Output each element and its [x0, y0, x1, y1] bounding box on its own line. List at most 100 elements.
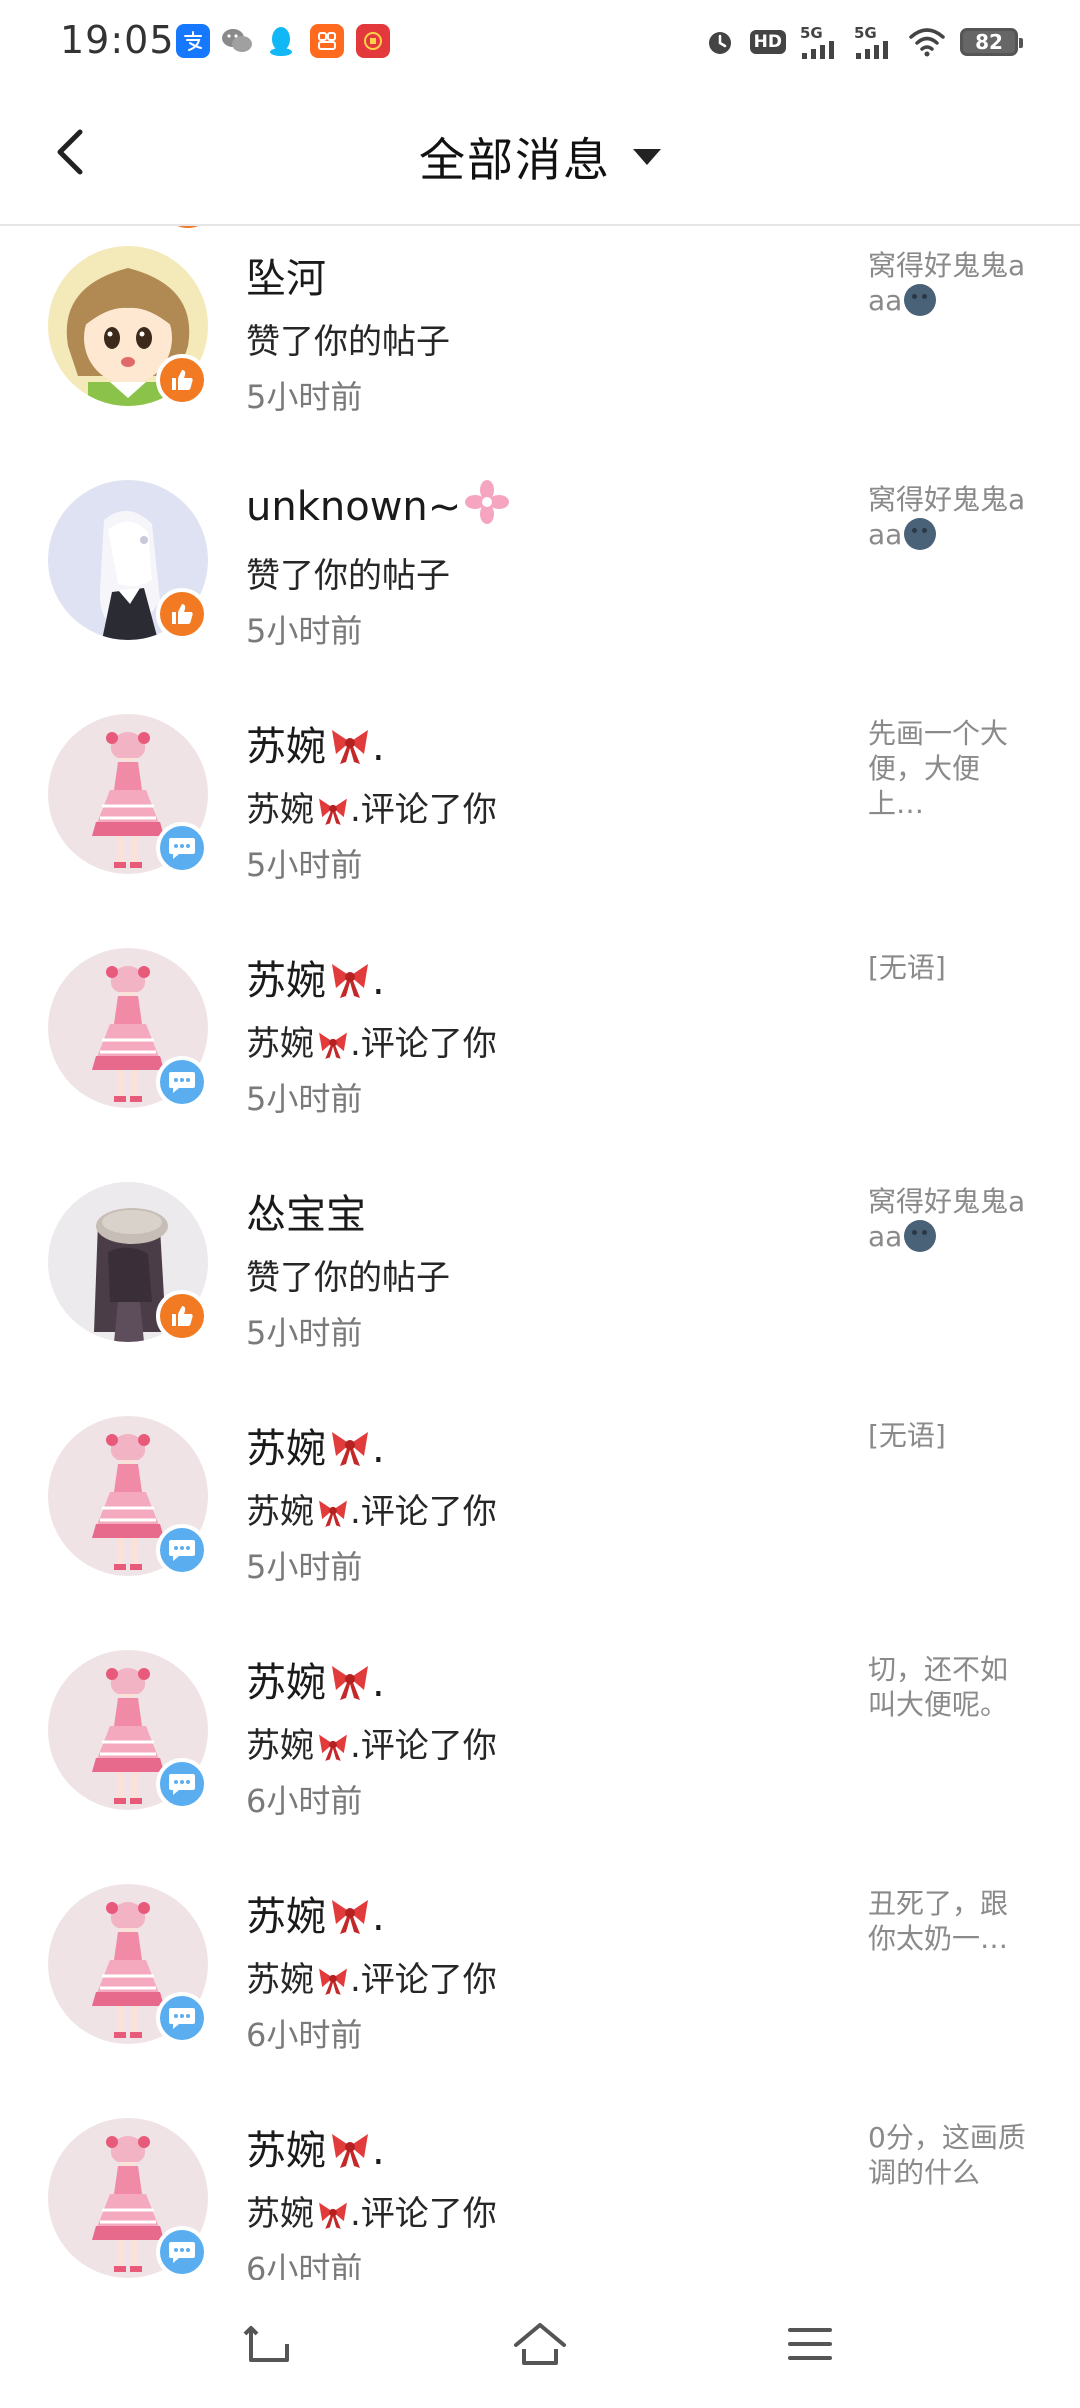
- sender-name[interactable]: 苏婉.: [246, 2118, 385, 2180]
- sender-name-suffix: .: [372, 2128, 385, 2174]
- status-right-cluster: HD 5G 5G 82: [704, 22, 1023, 62]
- post-preview[interactable]: 丑死了，跟你太奶一…: [868, 1886, 1028, 1956]
- message-row[interactable]: 苏婉. 苏婉 .评论了你 5小时前 先画一个大便，大便上…: [0, 676, 1080, 910]
- comment-badge-icon: [156, 1992, 208, 2044]
- action-text: 赞了你的帖子: [246, 548, 450, 597]
- signal-icon: 5G: [800, 23, 840, 59]
- action-label: 赞了你的帖子: [246, 556, 450, 596]
- header-bar: 全部消息: [0, 86, 1080, 226]
- like-badge-icon: [156, 354, 208, 406]
- timestamp: 5小时前: [246, 1314, 363, 1352]
- menu-icon: [788, 2328, 832, 2360]
- timestamp: 5小时前: [246, 1548, 363, 1586]
- action-text: 苏婉 .评论了你: [246, 1016, 497, 1070]
- sender-name[interactable]: 苏婉.: [246, 1416, 385, 1478]
- action-label: .评论了你: [350, 1492, 497, 1532]
- timestamp: 5小时前: [246, 612, 363, 650]
- message-row[interactable]: 苏婉. 苏婉 .评论了你 6小时前 0分，这画质调的什么: [0, 2080, 1080, 2280]
- ribbon-bow-icon: [316, 2199, 350, 2240]
- like-badge-icon: [156, 1290, 208, 1342]
- sender-name[interactable]: 怂宝宝: [246, 1182, 366, 1240]
- sender-name[interactable]: 苏婉.: [246, 714, 385, 776]
- post-preview[interactable]: 先画一个大便，大便上…: [868, 716, 1028, 821]
- alarm-icon: [704, 26, 736, 58]
- moon-face-emoji-icon: [904, 284, 937, 316]
- timestamp: 5小时前: [246, 378, 363, 416]
- hd-icon: HD: [749, 30, 786, 54]
- sender-name-suffix: .: [372, 1426, 385, 1472]
- sender-name-text: 苏婉: [246, 958, 326, 1004]
- ribbon-bow-icon: [316, 1965, 350, 2006]
- post-preview[interactable]: 切，还不如叫大便呢。: [868, 1652, 1028, 1722]
- post-preview[interactable]: 窝得好鬼鬼aaa: [868, 1184, 1028, 1254]
- message-row[interactable]: 坠河赞了你的帖子 5小时前 窝得好鬼鬼aaa: [0, 226, 1080, 442]
- action-text: 赞了你的帖子: [246, 314, 450, 363]
- sender-name[interactable]: 苏婉.: [246, 1884, 385, 1946]
- sender-name-suffix: .: [372, 724, 385, 770]
- action-text: 苏婉 .评论了你: [246, 782, 497, 836]
- action-text: 苏婉 .评论了你: [246, 2186, 497, 2240]
- comment-badge-icon: [156, 822, 208, 874]
- message-row[interactable]: 怂宝宝赞了你的帖子 5小时前 窝得好鬼鬼aaa: [0, 1144, 1080, 1378]
- nav-menu-button[interactable]: [778, 2312, 842, 2376]
- post-preview-text: 丑死了，跟你太奶一…: [868, 1887, 1009, 1955]
- timestamp: 6小时前: [246, 1782, 363, 1820]
- post-preview[interactable]: 窝得好鬼鬼aaa: [868, 482, 1028, 552]
- ribbon-bow-icon: [328, 1428, 372, 1478]
- signal-icon-2: 5G: [854, 23, 894, 59]
- action-label: 赞了你的帖子: [246, 322, 450, 362]
- like-badge-icon: [156, 588, 208, 640]
- message-row[interactable]: unknown~ 赞了你的帖子 5小时前 窝得好鬼鬼aaa: [0, 442, 1080, 676]
- action-label: .评论了你: [350, 2194, 497, 2234]
- post-preview-text: 先画一个大便，大便上…: [868, 717, 1009, 820]
- page-title: 全部消息: [419, 133, 611, 187]
- sender-name-text: 怂宝宝: [246, 1192, 366, 1238]
- sender-name[interactable]: 苏婉.: [246, 1650, 385, 1712]
- ribbon-bow-icon: [328, 1896, 372, 1946]
- action-label: .评论了你: [350, 1960, 497, 2000]
- action-name: 苏婉: [246, 1726, 314, 1766]
- sender-name-text: 苏婉: [246, 1894, 326, 1940]
- post-preview-text: 窝得好鬼鬼aaa: [868, 249, 1026, 317]
- post-preview[interactable]: 窝得好鬼鬼aaa: [868, 248, 1028, 318]
- comment-badge-icon: [156, 1758, 208, 1810]
- status-time: 19:05: [60, 18, 175, 62]
- action-text: 赞了你的帖子: [246, 1250, 450, 1299]
- message-row[interactable]: 苏婉. 苏婉 .评论了你 6小时前 切，还不如叫大便呢。: [0, 1612, 1080, 1846]
- message-row[interactable]: 苏婉. 苏婉 .评论了你 5小时前 [无语]: [0, 1378, 1080, 1612]
- timestamp: 6小时前: [246, 2016, 363, 2054]
- sender-name[interactable]: 苏婉.: [246, 948, 385, 1010]
- post-preview[interactable]: [无语]: [868, 950, 1028, 985]
- qq-icon: [264, 24, 298, 58]
- message-list[interactable]: 坠河 赞了你的帖子 5小时前 窝得好鬼鬼aaa unknown~ 赞了你的帖子 5小时前 窝得…: [0, 226, 1080, 2280]
- action-text: 苏婉 .评论了你: [246, 1718, 497, 1772]
- nav-home-button[interactable]: [508, 2312, 572, 2376]
- status-bar: 19:05 HD 5G 5G 82: [0, 0, 1080, 86]
- comment-badge-icon: [156, 1056, 208, 1108]
- action-label: .评论了你: [350, 790, 497, 830]
- action-name: 苏婉: [246, 790, 314, 830]
- ribbon-bow-icon: [316, 1029, 350, 1070]
- sender-name-text: unknown~: [246, 484, 462, 530]
- network-label-2: 5G: [854, 23, 877, 42]
- nav-back-button[interactable]: [236, 2312, 300, 2376]
- sender-name[interactable]: unknown~: [246, 480, 510, 534]
- post-preview[interactable]: 0分，这画质调的什么: [868, 2120, 1028, 2190]
- sender-name-text: 苏婉: [246, 1660, 326, 1706]
- post-preview[interactable]: [无语]: [868, 1418, 1028, 1453]
- timestamp: 5小时前: [246, 1080, 363, 1118]
- message-filter-dropdown[interactable]: 全部消息: [0, 124, 1080, 190]
- message-row[interactable]: 苏婉. 苏婉 .评论了你 5小时前 [无语]: [0, 910, 1080, 1144]
- action-label: 赞了你的帖子: [246, 1258, 450, 1298]
- network-label: 5G: [800, 23, 823, 42]
- message-row[interactable]: 苏婉. 苏婉 .评论了你 6小时前 丑死了，跟你太奶一…: [0, 1846, 1080, 2080]
- moon-face-emoji-icon: [904, 1220, 937, 1252]
- action-label: .评论了你: [350, 1726, 497, 1766]
- sender-name[interactable]: 坠河: [246, 246, 326, 304]
- timestamp: 6小时前: [246, 2250, 363, 2280]
- taobao-icon: [310, 24, 344, 58]
- wechat-icon: [220, 24, 254, 58]
- sender-name-text: 苏婉: [246, 1426, 326, 1472]
- home-icon: [514, 2323, 566, 2365]
- action-text: 苏婉 .评论了你: [246, 1952, 497, 2006]
